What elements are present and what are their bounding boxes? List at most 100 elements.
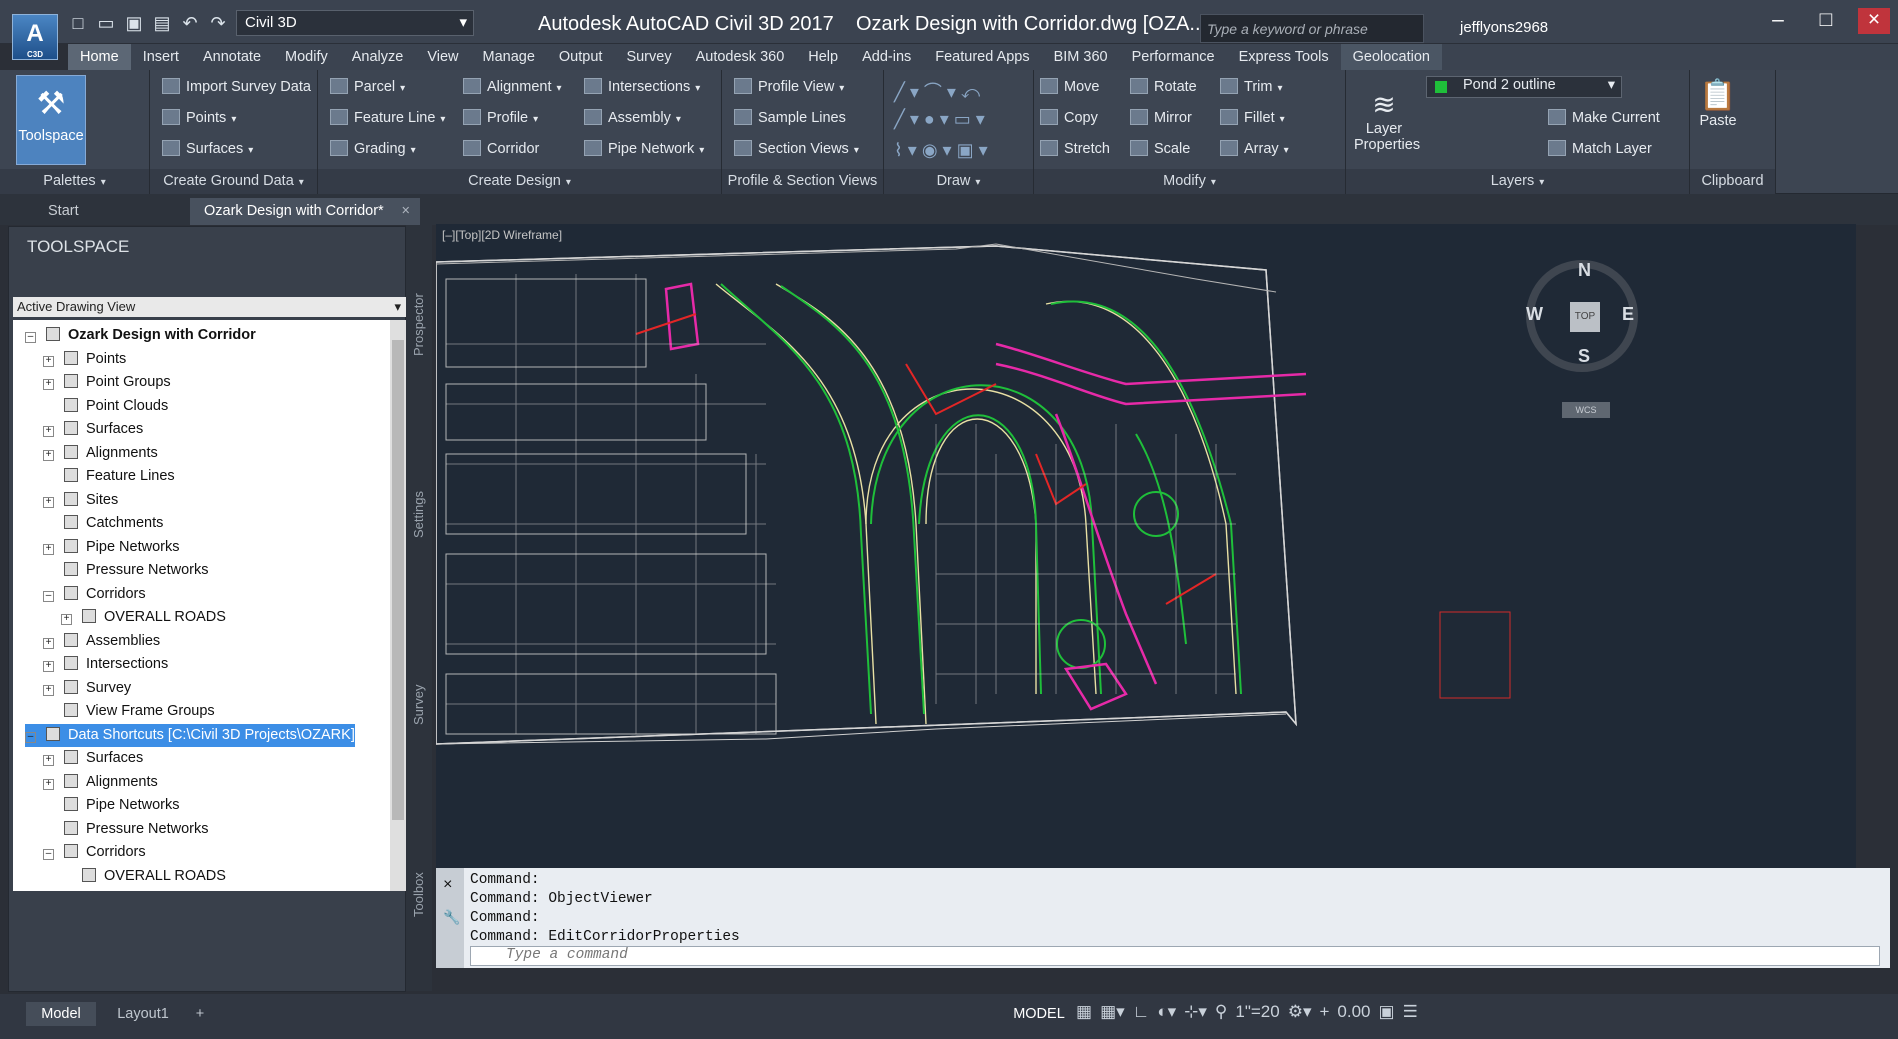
tree-item[interactable]: + Survey	[43, 677, 131, 700]
profile-button[interactable]: Profile ▾	[463, 109, 538, 126]
minimize-button[interactable]: –	[1762, 8, 1794, 34]
expand-icon[interactable]: +	[43, 684, 54, 696]
maximize-button[interactable]: □	[1810, 8, 1842, 34]
tree-item[interactable]: – Ozark Design with Corridor	[25, 324, 256, 347]
expand-icon[interactable]: +	[61, 614, 72, 625]
parcel-button[interactable]: Parcel ▾	[330, 78, 405, 95]
scale-label[interactable]: 1"=20	[1235, 1002, 1279, 1022]
compass-east[interactable]: E	[1622, 304, 1634, 325]
workspace-select[interactable]: Civil 3D	[236, 10, 474, 36]
ribbon-tab-annotate[interactable]: Annotate	[191, 49, 273, 65]
layers-panel-title[interactable]: Layers ▾	[1346, 169, 1689, 194]
ribbon-tab-manage[interactable]: Manage	[471, 49, 547, 65]
tree-item[interactable]: + Sites	[43, 489, 118, 512]
layer-select[interactable]: Pond 2 outline ▾	[1426, 76, 1622, 98]
ribbon-tab-autodesk-360[interactable]: Autodesk 360	[684, 49, 797, 65]
tree-item[interactable]: + Pipe Networks	[43, 536, 179, 559]
mirror-button[interactable]: Mirror	[1130, 109, 1192, 126]
expand-icon[interactable]: +	[43, 426, 54, 437]
new-icon[interactable]: □	[68, 13, 88, 33]
application-menu-button[interactable]: A C3D	[12, 14, 58, 60]
ribbon-tab-analyze[interactable]: Analyze	[340, 49, 416, 65]
tab-model[interactable]: Model	[26, 1002, 96, 1026]
sample-lines-button[interactable]: Sample Lines	[734, 109, 846, 126]
copy-button[interactable]: Copy	[1040, 109, 1098, 126]
expand-icon[interactable]: +	[43, 496, 54, 508]
close-button[interactable]: ×	[1858, 8, 1890, 34]
ribbon-tab-modify[interactable]: Modify	[273, 49, 340, 65]
ribbon-tab-bim-360[interactable]: BIM 360	[1042, 49, 1120, 65]
ribbon-tab-add-ins[interactable]: Add-ins	[850, 49, 923, 65]
ribbon-tab-survey[interactable]: Survey	[614, 49, 683, 65]
wrench-icon[interactable]: 🔧	[443, 910, 460, 927]
hatch-icon[interactable]: ⌇ ▾ ◉ ▾ ▣ ▾	[894, 140, 988, 161]
save-icon[interactable]: ▣	[124, 13, 144, 33]
gear-icon[interactable]: ⚙▾	[1288, 1002, 1312, 1022]
tree-item[interactable]: + OVERALL ROADS	[61, 606, 226, 629]
expand-icon[interactable]: +	[43, 379, 54, 390]
user-account[interactable]: jefflyons2968	[1460, 19, 1548, 36]
layout-icon[interactable]: ▣	[1379, 1002, 1395, 1022]
redo-icon[interactable]: ↷	[208, 13, 228, 33]
tree-item[interactable]: Pressure Networks	[43, 559, 208, 582]
modify-panel-title[interactable]: Modify ▾	[1034, 169, 1345, 194]
palettes-panel-title[interactable]: Palettes ▾	[0, 169, 149, 194]
print-icon[interactable]: ▤	[152, 13, 172, 33]
expand-icon[interactable]: +	[43, 355, 54, 367]
tree-item[interactable]: Catchments	[43, 512, 163, 535]
tree-item[interactable]: + Intersections	[43, 653, 168, 676]
tree-item[interactable]: View Frame Groups	[43, 700, 215, 723]
tree-item[interactable]: + Assemblies	[43, 630, 160, 653]
ribbon-tab-view[interactable]: View	[415, 49, 470, 65]
model-space-button[interactable]: MODEL	[1010, 1000, 1068, 1028]
assembly-button[interactable]: Assembly ▾	[584, 109, 681, 126]
add-layout-button[interactable]: +	[190, 1002, 210, 1026]
trim-button[interactable]: Trim ▾	[1220, 78, 1282, 95]
tree-item[interactable]: + Alignments	[43, 771, 158, 794]
wcs-menu[interactable]: WCS	[1562, 402, 1610, 418]
create-design-panel-title[interactable]: Create Design ▾	[318, 169, 721, 194]
expand-icon[interactable]: +	[43, 755, 54, 766]
tree-item[interactable]: + Points	[43, 348, 126, 371]
menu-icon[interactable]: ☰	[1403, 1002, 1418, 1022]
vertical-tab-survey[interactable]: Survey	[406, 615, 432, 795]
tab-ozark-design[interactable]: Ozark Design with Corridor*	[190, 198, 420, 225]
fillet-button[interactable]: Fillet ▾	[1220, 109, 1285, 126]
ribbon-tab-help[interactable]: Help	[796, 49, 850, 65]
drawing-canvas[interactable]: [–][Top][2D Wireframe] TOP N S E W WCS	[436, 224, 1856, 868]
ribbon-tab-home[interactable]: Home	[68, 44, 131, 70]
expand-icon[interactable]: –	[25, 332, 36, 343]
tree-item[interactable]: – Data Shortcuts [C:\Civil 3D Projects\OZ…	[25, 723, 355, 747]
pipe-network-button[interactable]: Pipe Network ▾	[584, 140, 704, 157]
tree-item[interactable]: + Surfaces	[43, 418, 143, 441]
expand-icon[interactable]: –	[43, 590, 54, 602]
stretch-button[interactable]: Stretch	[1040, 140, 1110, 157]
compass-north[interactable]: N	[1578, 260, 1591, 281]
tree-item[interactable]: Pipe Networks	[43, 794, 179, 817]
ortho-icon[interactable]: ∟	[1133, 1002, 1150, 1022]
create-ground-panel-title[interactable]: Create Ground Data ▾	[150, 169, 317, 194]
move-button[interactable]: Move	[1040, 78, 1099, 95]
toolspace-button[interactable]: ⚒ Toolspace	[16, 75, 86, 165]
make-current-button[interactable]: Make Current	[1548, 109, 1660, 126]
ribbon-tab-insert[interactable]: Insert	[131, 49, 191, 65]
expand-icon[interactable]: +	[43, 661, 54, 672]
ribbon-tab-performance[interactable]: Performance	[1120, 49, 1227, 65]
tree-item[interactable]: – Corridors	[43, 583, 146, 606]
expand-icon[interactable]: +	[43, 543, 54, 555]
circle-icon[interactable]: ╱ ▾ ● ▾ ▭ ▾	[894, 109, 985, 130]
paste-button[interactable]: 📋 Paste	[1698, 78, 1738, 129]
tree-item[interactable]: + Alignments	[43, 442, 158, 465]
corridor-button[interactable]: Corridor	[463, 140, 539, 157]
snap-icon[interactable]: ▦▾	[1100, 1002, 1125, 1022]
plus-icon[interactable]: +	[1319, 1002, 1329, 1022]
active-drawing-view-select[interactable]: Active Drawing View	[13, 297, 406, 317]
expand-icon[interactable]: –	[25, 731, 36, 743]
tree-item[interactable]: Feature Lines	[43, 465, 175, 488]
tree-item[interactable]: + Surfaces	[43, 747, 143, 770]
tree-item[interactable]: Pressure Networks	[43, 818, 208, 841]
ribbon-tab-output[interactable]: Output	[547, 49, 615, 65]
line-icon[interactable]: ╱ ▾ ⌒ ▾ ⤺	[894, 78, 980, 104]
rotate-button[interactable]: Rotate	[1130, 78, 1197, 95]
tree-item[interactable]: OVERALL ROADS	[61, 865, 226, 888]
